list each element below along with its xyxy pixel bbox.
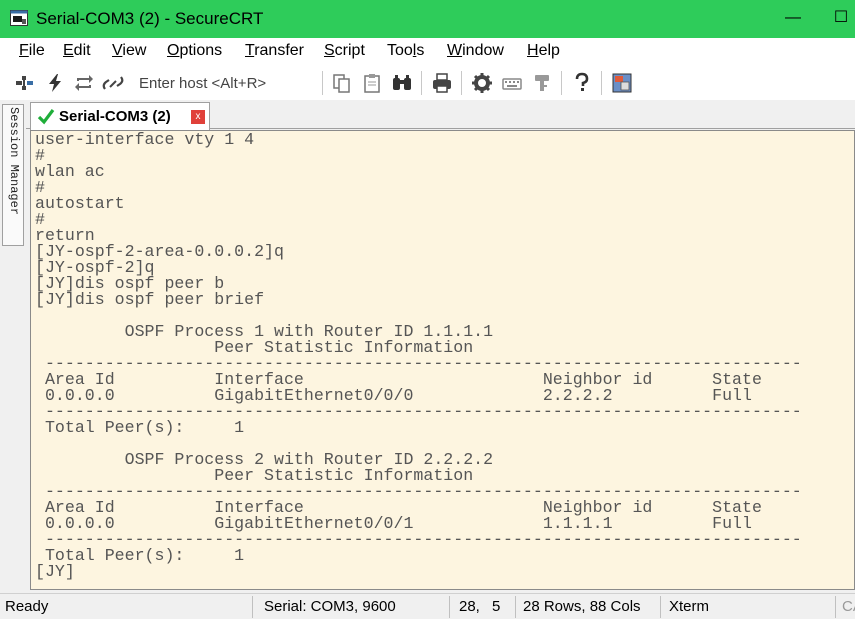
status-separator: [835, 596, 836, 618]
toolbar-separator: [421, 71, 422, 95]
menu-options[interactable]: Options: [167, 42, 222, 60]
connect-bar-icon[interactable]: [14, 72, 36, 94]
status-separator: [252, 596, 253, 618]
status-cursor-row: 28,: [459, 598, 480, 615]
menu-file[interactable]: File: [19, 42, 45, 60]
settings-icon[interactable]: [471, 72, 493, 94]
menu-view[interactable]: View: [112, 42, 146, 60]
close-tab-button[interactable]: x: [191, 110, 205, 124]
session-tab-bar: Serial-COM3 (2) x: [26, 100, 855, 130]
menu-transfer[interactable]: Transfer: [245, 42, 304, 60]
toolbar-separator: [322, 71, 323, 95]
copy-icon[interactable]: [331, 72, 353, 94]
paste-icon[interactable]: [361, 72, 383, 94]
sftp-icon[interactable]: [611, 72, 633, 94]
terminal-line: [JY]dis ospf peer brief: [35, 290, 265, 309]
window-title: Serial-COM3 (2) - SecureCRT: [36, 9, 264, 28]
securecrt-app-icon: [10, 10, 28, 26]
connected-check-icon: [37, 109, 55, 125]
quick-connect-icon[interactable]: [44, 72, 66, 94]
status-separator: [449, 596, 450, 618]
menu-window[interactable]: Window: [447, 42, 504, 60]
terminal-line: autostart: [35, 194, 125, 213]
status-emulation: Xterm: [669, 598, 710, 615]
menu-bar: File Edit View Options Transfer Script T…: [0, 38, 855, 66]
menu-edit[interactable]: Edit: [63, 42, 91, 60]
menu-tools[interactable]: Tools: [387, 42, 424, 60]
key-agent-icon[interactable]: [531, 72, 553, 94]
toolbar-separator: [601, 71, 602, 95]
print-icon[interactable]: [431, 72, 453, 94]
help-icon[interactable]: [571, 72, 593, 94]
title-bar[interactable]: Serial-COM3 (2) - SecureCRT — ☐: [0, 0, 855, 38]
minimize-button[interactable]: —: [780, 6, 806, 32]
terminal-line: [JY]: [35, 562, 75, 581]
session-manager-tab[interactable]: Session Manager: [2, 104, 24, 246]
menu-script[interactable]: Script: [324, 42, 365, 60]
status-separator: [515, 596, 516, 618]
session-manager-label: Session Manager: [7, 107, 21, 216]
tab-serial-com3[interactable]: Serial-COM3 (2) x: [30, 102, 210, 130]
maximize-button[interactable]: ☐: [828, 6, 854, 32]
status-cursor-col: 5: [492, 598, 501, 615]
menu-help[interactable]: Help: [527, 42, 560, 60]
terminal-area[interactable]: user-interface vty 1 4 # wlan ac # autostart…: [30, 130, 855, 590]
find-icon[interactable]: [391, 72, 413, 94]
keymap-icon[interactable]: [501, 72, 523, 94]
toolbar: [0, 66, 855, 100]
status-caps: CA: [842, 598, 855, 615]
toolbar-separator: [461, 71, 462, 95]
status-bar: Ready Serial: COM3, 9600 28, 5 28 Rows, …: [0, 593, 855, 619]
host-input[interactable]: [132, 72, 312, 94]
terminal-line: Total Peer(s): 1: [35, 418, 245, 437]
status-separator: [660, 596, 661, 618]
toolbar-separator: [561, 71, 562, 95]
status-state: Ready: [5, 598, 49, 615]
terminal-line: wlan ac: [35, 162, 105, 181]
tab-label: Serial-COM3 (2): [59, 108, 171, 125]
reconnect-icon[interactable]: [73, 72, 95, 94]
terminal-line: user-interface vty 1 4: [35, 130, 255, 149]
disconnect-icon[interactable]: [102, 72, 124, 94]
status-connection: Serial: COM3, 9600: [264, 598, 396, 615]
status-size: 28 Rows, 88 Cols: [523, 598, 641, 615]
